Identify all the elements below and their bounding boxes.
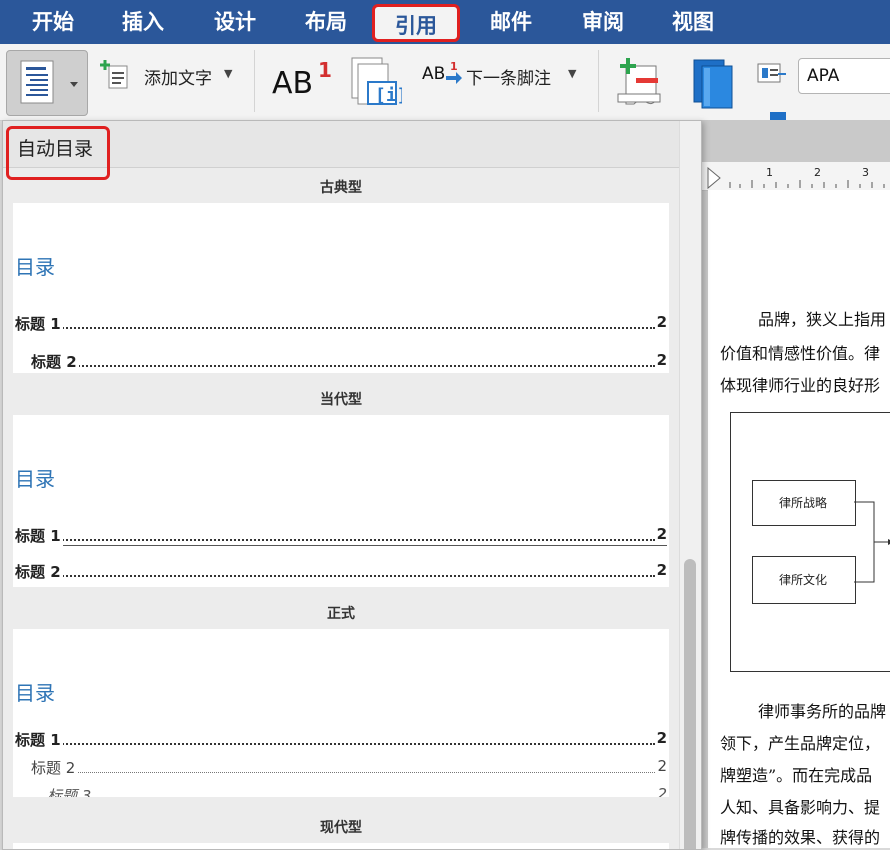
chevron-down-icon: ▼ xyxy=(224,67,233,80)
svg-text:[i]: [i] xyxy=(375,85,402,106)
toc-page-number: 2 xyxy=(654,525,667,543)
insert-footnote-button[interactable]: AB 1 xyxy=(272,58,332,106)
ruler-tick-label: 3 xyxy=(862,166,869,179)
document-text-line: 价值和情感性价值。律 xyxy=(720,344,881,363)
ribbon-separator xyxy=(598,50,599,112)
document-text-line: 牌传播的效果、获得的 xyxy=(720,828,881,847)
document-page[interactable]: 品牌，狭义上指用 价值和情感性价值。律 体现律师行业的良好形 律所战略 律所文化… xyxy=(708,190,890,848)
toc-style-contemporary[interactable]: 目录 标题 1 2 标题 2 2 xyxy=(13,415,669,587)
toc-entry-label: 标题 1 xyxy=(15,525,63,546)
toc-preview-row: 标题 1 2 xyxy=(15,313,667,334)
toc-page-number: 2 xyxy=(655,785,667,797)
ribbon: 添加文字 ▼ AB 1 [i] AB 1 下一条脚注 ▼ xyxy=(0,44,890,141)
next-footnote-ab: AB xyxy=(422,64,446,84)
manage-sources-icon xyxy=(693,59,733,109)
insert-citation-icon xyxy=(617,58,661,105)
document-text-line: 体现律师行业的良好形 xyxy=(720,376,881,395)
add-text-button[interactable]: 添加文字 ▼ xyxy=(100,58,240,90)
toc-preview-row: 标题 2 2 xyxy=(15,561,667,582)
gallery-section-label: 当代型 xyxy=(320,392,362,408)
diagram-box: 律所战略 xyxy=(752,480,856,526)
toc-preview-title: 目录 xyxy=(15,681,55,705)
toc-style-classic[interactable]: 目录 标题 1 2 标题 2 2 xyxy=(13,203,669,373)
toc-style-modern[interactable] xyxy=(13,843,669,849)
toc-leader-dots xyxy=(15,539,655,541)
next-footnote-icon: 1 xyxy=(446,60,462,84)
document-text-line: 牌塑造”。而在完成品 xyxy=(720,766,873,785)
toc-entry-label: 标题 3 xyxy=(47,785,94,797)
citation-style-select[interactable]: APA xyxy=(798,58,890,94)
toc-page-number: 2 xyxy=(655,757,667,775)
tab-home[interactable]: 开始 xyxy=(32,0,74,44)
next-footnote-label: 下一条脚注 xyxy=(466,69,551,89)
tab-review[interactable]: 审阅 xyxy=(582,0,624,44)
toc-leader-dots xyxy=(31,772,655,773)
tab-view[interactable]: 视图 xyxy=(672,0,714,44)
ruler-tick-label: 1 xyxy=(766,166,773,179)
auto-toc-header: 自动目录 xyxy=(6,126,110,180)
toc-preview-row: 标题 2 2 xyxy=(31,351,667,372)
toc-leader-dots xyxy=(15,743,655,745)
toc-entry-label: 标题 2 xyxy=(31,757,78,778)
table-of-contents-icon xyxy=(20,60,78,104)
toc-entry-label: 标题 2 xyxy=(31,351,79,372)
document-text-line: 领下，产生品牌定位， xyxy=(720,734,881,753)
diagram-box: 律所文化 xyxy=(752,556,856,604)
tab-insert[interactable]: 插入 xyxy=(122,0,164,44)
ruler-tick-label: 2 xyxy=(814,166,821,179)
svg-text:1: 1 xyxy=(450,60,458,73)
toc-preview-row: 标题 2 2 xyxy=(31,757,667,778)
toc-preview-row: 标题 1 2 xyxy=(15,525,667,546)
table-of-contents-button[interactable] xyxy=(6,50,88,116)
tab-mailings[interactable]: 邮件 xyxy=(490,0,532,44)
document-text-line: 品牌，狭义上指用 xyxy=(758,310,887,329)
gallery-section-label: 古典型 xyxy=(320,180,362,196)
toc-leader-dots xyxy=(15,327,655,329)
toc-style-formal[interactable]: 目录 标题 1 2 标题 2 2 标题 3 2 xyxy=(13,629,669,797)
document-text-line: 人知、具备影响力、提 xyxy=(720,798,881,817)
endnote-icon: [i] xyxy=(351,57,408,106)
document-text-line: 律师事务所的品牌 xyxy=(758,702,887,721)
diagram-box-label: 律所战略 xyxy=(779,496,828,510)
toc-preview-row: 标题 3 2 xyxy=(47,785,667,797)
add-text-icon xyxy=(100,60,128,89)
toc-page-number: 2 xyxy=(654,729,667,747)
footnote-superscript: 1 xyxy=(318,58,332,82)
diagram-connector xyxy=(854,501,890,583)
insert-citation-button[interactable] xyxy=(612,54,672,110)
tab-design[interactable]: 设计 xyxy=(214,0,256,44)
toc-page-number: 2 xyxy=(654,561,667,579)
toc-page-number: 2 xyxy=(654,313,667,331)
toc-page-number: 2 xyxy=(654,351,667,369)
horizontal-ruler[interactable]: 1 2 3 xyxy=(700,162,890,191)
add-text-label: 添加文字 xyxy=(144,69,212,89)
toc-preview-title: 目录 xyxy=(15,467,55,491)
toc-entry-label: 标题 1 xyxy=(15,313,63,334)
toc-preview-title: 目录 xyxy=(15,255,55,279)
gallery-section-label: 现代型 xyxy=(320,820,362,836)
toc-gallery-dropdown[interactable]: 自动目录 古典型 目录 标题 1 2 标题 2 2 当代型 目录 标题 1 2 … xyxy=(2,120,702,850)
toc-entry-label: 标题 1 xyxy=(15,729,63,750)
toc-preview-row: 标题 1 2 xyxy=(15,729,667,750)
insert-endnote-button[interactable]: [i] xyxy=(348,54,408,110)
diagram-box-label: 律所文化 xyxy=(779,573,828,587)
toc-entry-label: 标题 2 xyxy=(15,561,63,582)
tab-references[interactable]: 引用 xyxy=(372,4,460,42)
manage-sources-button[interactable] xyxy=(690,54,746,112)
footnote-ab-label: AB xyxy=(272,66,314,101)
ribbon-tab-bar: 开始 插入 设计 布局 引用 邮件 审阅 视图 xyxy=(0,0,890,44)
next-footnote-button[interactable]: AB 1 下一条脚注 ▼ xyxy=(420,58,590,90)
tab-layout[interactable]: 布局 xyxy=(305,0,347,44)
toc-leader-dots xyxy=(31,365,655,367)
gallery-scroll-thumb[interactable] xyxy=(684,559,696,849)
chevron-down-icon: ▼ xyxy=(568,67,577,80)
citation-style-icon xyxy=(757,63,786,83)
toc-leader-dots xyxy=(15,575,655,577)
gallery-section-label: 正式 xyxy=(327,606,355,622)
ribbon-separator xyxy=(254,50,255,112)
citation-style-value: APA xyxy=(807,66,840,86)
